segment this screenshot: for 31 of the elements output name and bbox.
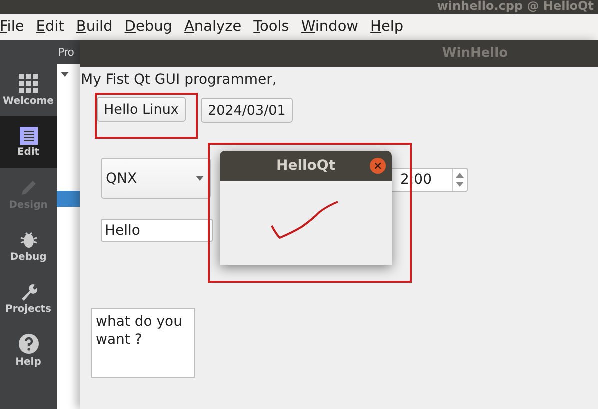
menu-item[interactable]: Edit [33,19,72,35]
menu-item[interactable]: Help [368,19,411,35]
close-icon [375,163,381,169]
mode-tab[interactable]: Welcome [0,64,57,116]
help-icon [18,332,40,354]
menu-item[interactable]: File [0,19,32,35]
text-area[interactable]: what do you want ? [91,308,195,378]
text-input[interactable]: Hello [101,219,213,242]
menu-item[interactable]: Debug [122,19,180,35]
menu-item[interactable]: Analyze [181,19,249,35]
expand-arrow-icon [61,72,69,78]
mode-tab[interactable]: Projects [0,272,57,324]
close-button[interactable] [370,158,386,174]
bug-icon [18,230,38,250]
mode-tab[interactable]: Debug [0,220,57,272]
os-dropdown[interactable]: QNX [101,158,211,199]
hello-button[interactable]: Hello Linux [97,97,186,122]
mode-tab[interactable]: Help [0,324,57,376]
spin-arrows-icon [456,172,464,188]
window-title: WinHello [442,46,508,61]
panel-title: Pro [58,46,74,58]
document-icon [20,126,38,144]
dropdown-arrow-icon [196,176,204,181]
menu-item[interactable]: Window [298,19,366,35]
date-button[interactable]: 2024/03/01 [201,98,293,123]
window-title: winhello.cpp @ HelloQt [437,0,594,13]
grid-icon [18,74,38,94]
menu-item[interactable]: Tools [250,19,296,35]
greeting-label: My Fist Qt GUI programmer, [81,72,277,88]
menu-item[interactable]: Build [73,19,120,35]
mode-tab[interactable]: Edit [0,116,57,168]
